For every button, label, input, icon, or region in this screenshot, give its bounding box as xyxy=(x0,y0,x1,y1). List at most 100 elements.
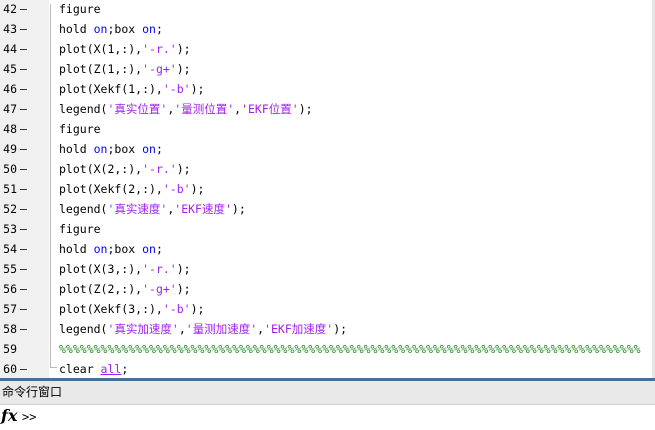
code-token: 'EKF位置' xyxy=(241,102,299,116)
command-prompt[interactable]: >> xyxy=(22,408,36,426)
code-text[interactable]: hold on;box on; xyxy=(59,239,163,259)
line-number: 57 xyxy=(3,302,17,316)
breakpoint-marker[interactable]: – xyxy=(20,199,29,219)
breakpoint-marker[interactable]: – xyxy=(20,39,29,59)
code-line[interactable]: 46– plot(Xekf(1,:),'-b'); xyxy=(0,79,655,99)
code-editor[interactable]: 42– figure 43– hold on;box on; 44– plot(X(1,:… xyxy=(0,0,655,378)
code-line[interactable]: 54– hold on;box on; xyxy=(0,239,655,259)
code-line[interactable]: 56– plot(Z(2,:),'-g+'); xyxy=(0,279,655,299)
code-line[interactable]: 48– figure xyxy=(0,119,655,139)
code-text[interactable]: legend('真实加速度','量测加速度','EKF加速度'); xyxy=(59,319,347,339)
code-token: ); xyxy=(176,262,191,276)
breakpoint-marker[interactable]: – xyxy=(20,79,29,99)
code-token: legend( xyxy=(59,202,108,216)
code-token: '-b' xyxy=(162,82,191,96)
command-window[interactable]: fx >> xyxy=(0,405,655,430)
fx-icon[interactable]: fx xyxy=(1,406,17,426)
code-line[interactable]: 57– plot(Xekf(3,:),'-b'); xyxy=(0,299,655,319)
code-token: on xyxy=(93,142,108,156)
code-token: ); xyxy=(176,42,191,56)
code-text[interactable]: hold on;box on; xyxy=(59,139,163,159)
code-text[interactable]: legend('真实位置','量测位置','EKF位置'); xyxy=(59,99,313,119)
line-number: 42 xyxy=(3,2,17,16)
code-token: legend( xyxy=(59,322,108,336)
code-line[interactable]: 43– hold on;box on; xyxy=(0,19,655,39)
code-line[interactable]: 50– plot(X(2,:),'-r.'); xyxy=(0,159,655,179)
code-line[interactable]: 58– legend('真实加速度','量测加速度','EKF加速度'); xyxy=(0,319,655,339)
code-line[interactable]: 49– hold on;box on; xyxy=(0,139,655,159)
line-number: 59 xyxy=(3,342,17,356)
code-token: '量测加速度' xyxy=(185,322,258,336)
breakpoint-marker[interactable]: – xyxy=(20,279,29,299)
code-text[interactable]: plot(Z(2,:),'-g+'); xyxy=(59,279,191,299)
breakpoint-marker[interactable]: – xyxy=(20,119,29,139)
code-line[interactable]: 55– plot(X(3,:),'-r.'); xyxy=(0,259,655,279)
code-line[interactable]: 44– plot(X(1,:),'-r.'); xyxy=(0,39,655,59)
code-token: all xyxy=(100,362,122,376)
code-token: plot(X(1,:), xyxy=(59,42,143,56)
breakpoint-marker[interactable]: – xyxy=(20,259,29,279)
code-token: ; xyxy=(155,142,163,156)
breakpoint-marker[interactable]: – xyxy=(20,19,29,39)
code-text[interactable]: hold on;box on; xyxy=(59,19,163,39)
code-token: on xyxy=(142,142,156,156)
code-line[interactable]: 53– figure xyxy=(0,219,655,239)
code-line[interactable]: 47– legend('真实位置','量测位置','EKF位置'); xyxy=(0,99,655,119)
code-token: ; xyxy=(121,362,129,376)
code-token: ); xyxy=(231,202,246,216)
code-token: %%%%%%%%%%%%%%%%%%%%%%%%%%%%%%%%%%%%%%%%… xyxy=(59,342,641,356)
line-number: 60 xyxy=(3,362,17,376)
breakpoint-marker[interactable]: – xyxy=(20,299,29,319)
code-text[interactable]: plot(X(1,:),'-r.'); xyxy=(59,39,191,59)
breakpoint-marker[interactable]: – xyxy=(20,139,29,159)
code-fold-line xyxy=(50,4,51,367)
code-line[interactable]: 42– figure xyxy=(0,0,655,19)
code-text[interactable]: figure xyxy=(59,219,101,239)
breakpoint-marker[interactable]: – xyxy=(20,159,29,179)
line-number: 49 xyxy=(3,142,17,156)
code-text[interactable]: clear all; xyxy=(59,359,128,378)
code-token: clear xyxy=(59,362,101,376)
code-text[interactable]: plot(X(3,:),'-r.'); xyxy=(59,259,191,279)
breakpoint-marker[interactable]: – xyxy=(20,319,29,339)
code-token: plot(Z(2,:), xyxy=(59,282,143,296)
line-number: 53 xyxy=(3,222,17,236)
code-text[interactable]: legend('真实速度','EKF速度'); xyxy=(59,199,246,219)
code-token: '-g+' xyxy=(142,62,177,76)
code-text[interactable]: %%%%%%%%%%%%%%%%%%%%%%%%%%%%%%%%%%%%%%%%… xyxy=(59,339,641,359)
code-line[interactable]: 59%%%%%%%%%%%%%%%%%%%%%%%%%%%%%%%%%%%%%%… xyxy=(0,339,655,359)
code-token: on xyxy=(142,242,156,256)
code-token: '-r.' xyxy=(142,42,177,56)
breakpoint-marker[interactable]: – xyxy=(20,219,29,239)
code-text[interactable]: plot(X(2,:),'-r.'); xyxy=(59,159,191,179)
code-token: '-b' xyxy=(162,182,191,196)
code-line[interactable]: 60– clear all; xyxy=(0,359,655,378)
code-text[interactable]: plot(Xekf(3,:),'-b'); xyxy=(59,299,204,319)
code-text[interactable]: plot(Xekf(2,:),'-b'); xyxy=(59,179,204,199)
code-line[interactable]: 52– legend('真实速度','EKF速度'); xyxy=(0,199,655,219)
breakpoint-marker[interactable]: – xyxy=(20,0,29,19)
breakpoint-marker[interactable]: – xyxy=(20,359,29,378)
breakpoint-marker[interactable]: – xyxy=(20,59,29,79)
command-window-title: 命令行窗口 xyxy=(2,385,63,399)
breakpoint-marker[interactable]: – xyxy=(20,99,29,119)
code-fold-end xyxy=(50,367,57,368)
line-number: 45 xyxy=(3,62,17,76)
code-text[interactable]: figure xyxy=(59,0,101,19)
code-text[interactable]: plot(Xekf(1,:),'-b'); xyxy=(59,79,204,99)
line-number: 51 xyxy=(3,182,17,196)
code-text[interactable]: plot(Z(1,:),'-g+'); xyxy=(59,59,191,79)
code-token: plot(Z(1,:), xyxy=(59,62,143,76)
breakpoint-marker[interactable]: – xyxy=(20,179,29,199)
line-number: 54 xyxy=(3,242,17,256)
code-token: plot(Xekf(1,:), xyxy=(59,82,163,96)
code-token: legend( xyxy=(59,102,108,116)
breakpoint-marker[interactable]: – xyxy=(20,239,29,259)
code-line[interactable]: 45– plot(Z(1,:),'-g+'); xyxy=(0,59,655,79)
code-token: '真实位置' xyxy=(107,102,168,116)
code-token: ;box xyxy=(107,142,143,156)
code-text[interactable]: figure xyxy=(59,119,101,139)
code-token: plot(Xekf(2,:), xyxy=(59,182,163,196)
code-line[interactable]: 51– plot(Xekf(2,:),'-b'); xyxy=(0,179,655,199)
code-token: '-g+' xyxy=(142,282,177,296)
